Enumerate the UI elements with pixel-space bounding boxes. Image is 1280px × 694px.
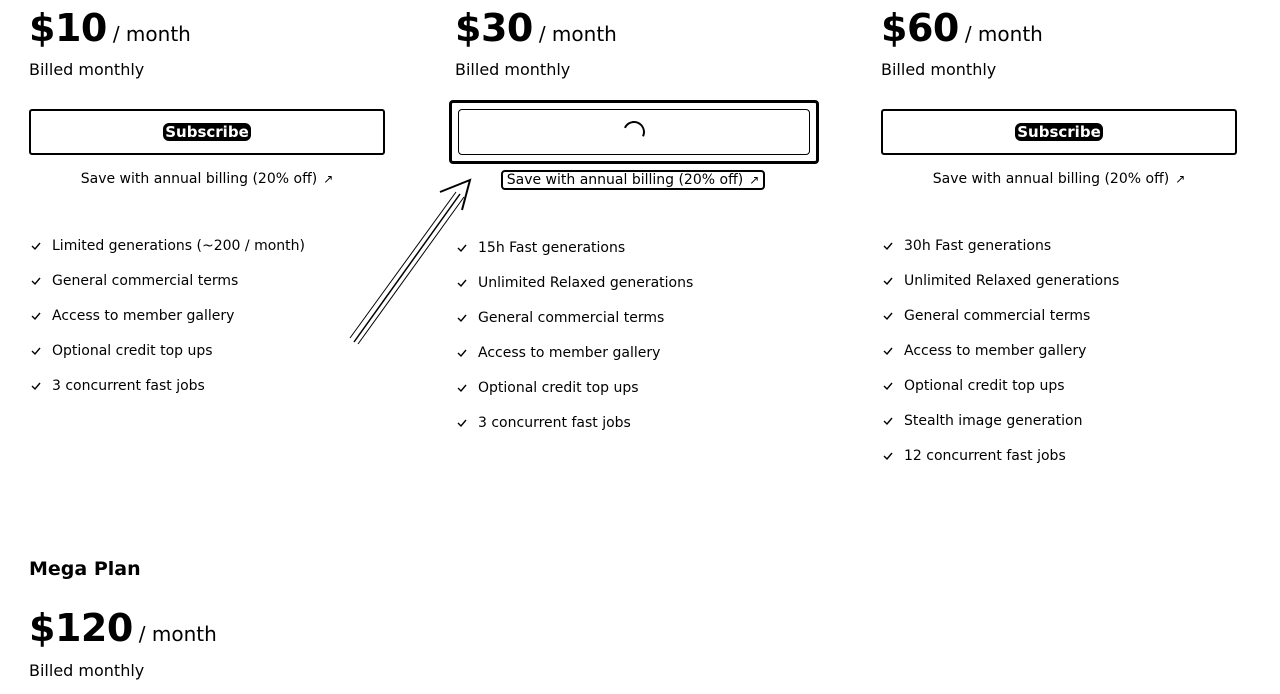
feature-text: Unlimited Relaxed generations: [478, 275, 694, 291]
check-icon: [883, 382, 893, 391]
plan-price: $10: [29, 6, 107, 50]
check-icon: [31, 347, 41, 356]
feature-text: General commercial terms: [52, 273, 239, 289]
price-row: $10/ month: [29, 6, 191, 58]
feature-item: Unlimited Relaxed generations: [455, 273, 693, 308]
billing-cycle: Billed monthly: [881, 60, 997, 79]
plan-period: / month: [538, 22, 617, 46]
feature-text: Stealth image generation: [904, 413, 1083, 429]
subscribe-label: Subscribe: [163, 123, 251, 141]
feature-text: Optional credit top ups: [52, 343, 213, 359]
feature-text: Access to member gallery: [52, 308, 235, 324]
check-icon: [457, 419, 467, 428]
billing-cycle: Billed monthly: [29, 60, 145, 79]
feature-text: Access to member gallery: [904, 343, 1087, 359]
feature-item: 3 concurrent fast jobs: [455, 413, 693, 448]
feature-text: Optional credit top ups: [478, 380, 639, 396]
feature-list: 30h Fast generations Unlimited Relaxed g…: [881, 236, 1119, 481]
feature-item: 15h Fast generations: [455, 238, 693, 273]
check-icon: [883, 452, 893, 461]
annual-billing-highlight: Save with annual billing (20% off) ↗: [500, 170, 766, 190]
feature-item: Limited generations (~200 / month): [29, 236, 305, 271]
check-icon: [457, 384, 467, 393]
check-icon: [31, 242, 41, 251]
feature-item: Optional credit top ups: [455, 378, 693, 413]
feature-list: Limited generations (~200 / month) Gener…: [29, 236, 305, 411]
feature-item: Unlimited Relaxed generations: [881, 271, 1119, 306]
feature-item: General commercial terms: [881, 306, 1119, 341]
feature-text: 30h Fast generations: [904, 238, 1052, 254]
annual-billing-label: Save with annual billing (20% off): [506, 172, 744, 188]
feature-text: 3 concurrent fast jobs: [478, 415, 631, 431]
annual-billing-label: Save with annual billing (20% off): [932, 171, 1170, 187]
annual-billing-label: Save with annual billing (20% off): [80, 171, 318, 187]
feature-item: Optional credit top ups: [881, 376, 1119, 411]
feature-item: 12 concurrent fast jobs: [881, 446, 1119, 481]
feature-text: Limited generations (~200 / month): [52, 238, 305, 254]
feature-item: Access to member gallery: [881, 341, 1119, 376]
subscribe-button[interactable]: Subscribe: [881, 109, 1237, 155]
annual-billing-link[interactable]: Save with annual billing (20% off) ↗: [455, 170, 811, 190]
price-row: $120/ month: [29, 606, 217, 658]
feature-text: 12 concurrent fast jobs: [904, 448, 1066, 464]
plan-period: / month: [964, 22, 1043, 46]
feature-text: 15h Fast generations: [478, 240, 626, 256]
annual-billing-link[interactable]: Save with annual billing (20% off) ↗: [881, 170, 1237, 188]
billing-cycle: Billed monthly: [29, 661, 145, 680]
plan-title: Mega Plan: [29, 558, 141, 580]
plan-price: $60: [881, 6, 959, 50]
loading-spinner-icon: [619, 117, 649, 147]
billing-cycle: Billed monthly: [455, 60, 571, 79]
feature-text: Unlimited Relaxed generations: [904, 273, 1120, 289]
subscribe-label: Subscribe: [1015, 123, 1103, 141]
feature-item: 3 concurrent fast jobs: [29, 376, 305, 411]
external-link-arrow-icon: ↗: [323, 172, 334, 186]
annual-billing-link[interactable]: Save with annual billing (20% off) ↗: [29, 170, 385, 188]
external-link-arrow-icon: ↗: [749, 173, 760, 187]
annotation-arrow-icon: [349, 178, 472, 345]
price-row: $60/ month: [881, 6, 1043, 58]
feature-text: Optional credit top ups: [904, 378, 1065, 394]
pricing-page: $10/ month Billed monthly Subscribe Save…: [0, 0, 1280, 694]
check-icon: [31, 312, 41, 321]
feature-item: Access to member gallery: [29, 306, 305, 341]
check-icon: [883, 277, 893, 286]
check-icon: [31, 382, 41, 391]
check-icon: [883, 312, 893, 321]
feature-text: 3 concurrent fast jobs: [52, 378, 205, 394]
plan-period: / month: [138, 622, 217, 646]
check-icon: [883, 347, 893, 356]
feature-text: Access to member gallery: [478, 345, 661, 361]
check-icon: [883, 242, 893, 251]
feature-item: General commercial terms: [455, 308, 693, 343]
plan-price: $120: [29, 606, 133, 650]
feature-item: General commercial terms: [29, 271, 305, 306]
check-icon: [31, 277, 41, 286]
feature-item: Stealth image generation: [881, 411, 1119, 446]
button-inner-frame: [458, 109, 810, 155]
subscribe-button-loading[interactable]: [449, 100, 819, 164]
feature-list: 15h Fast generations Unlimited Relaxed g…: [455, 238, 693, 448]
plan-period: / month: [112, 22, 191, 46]
feature-item: 30h Fast generations: [881, 236, 1119, 271]
check-icon: [883, 417, 893, 426]
subscribe-button[interactable]: Subscribe: [29, 109, 385, 155]
feature-text: General commercial terms: [904, 308, 1091, 324]
feature-item: Optional credit top ups: [29, 341, 305, 376]
price-row: $30/ month: [455, 6, 617, 58]
feature-text: General commercial terms: [478, 310, 665, 326]
feature-item: Access to member gallery: [455, 343, 693, 378]
external-link-arrow-icon: ↗: [1175, 172, 1186, 186]
plan-price: $30: [455, 6, 533, 50]
